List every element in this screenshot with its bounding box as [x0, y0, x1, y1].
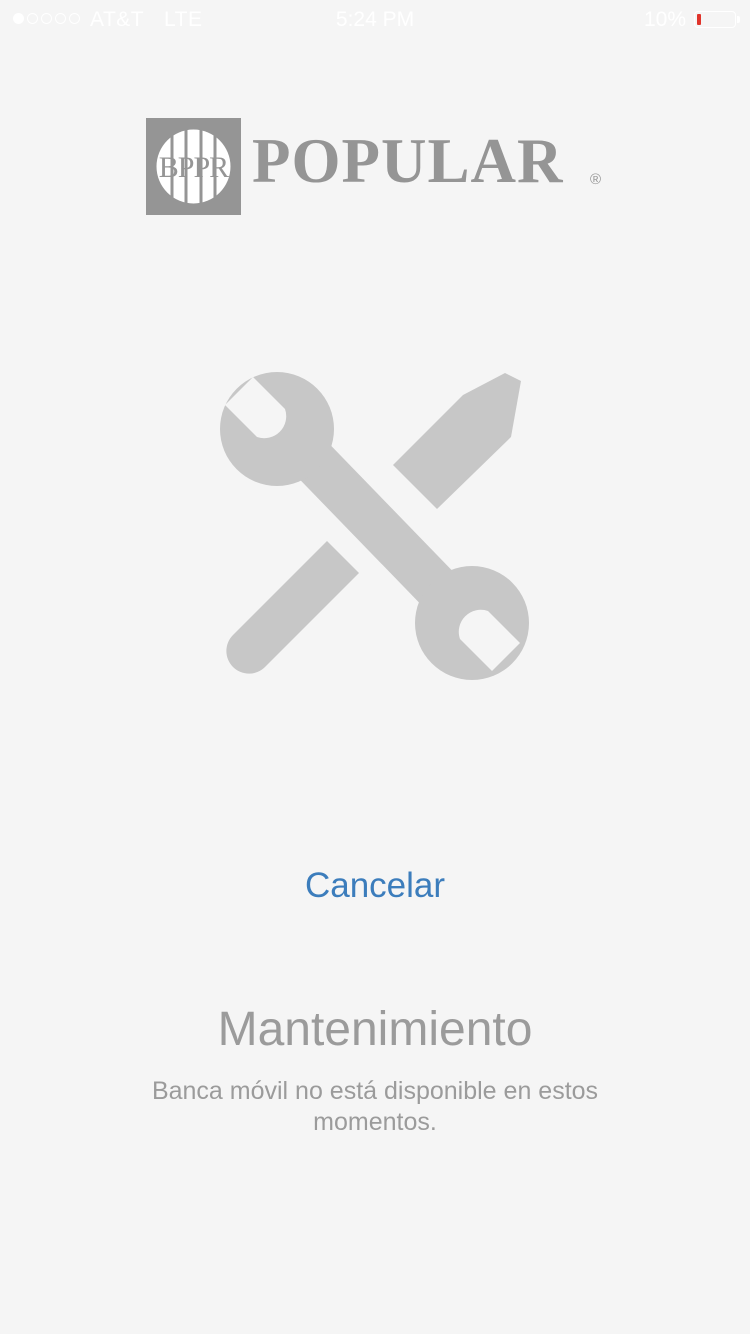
logo-wordmark: POPULAR — [252, 126, 564, 196]
maintenance-message: Banca móvil no está disponible en estos … — [151, 1077, 599, 1136]
wrench-screwdriver-icon — [220, 372, 529, 680]
battery-tip — [737, 16, 740, 23]
status-time: 5:24 PM — [335, 8, 415, 31]
battery-percentage: 10% — [643, 8, 686, 31]
status-bar: AT&T LTE 5:24 PM 10% — [0, 0, 750, 40]
registered-mark: ® — [590, 171, 602, 188]
popular-logo: BPPR POPULAR ® — [146, 118, 616, 216]
screwdriver-handle — [226, 541, 359, 674]
maintenance-title: Mantenimiento — [217, 1003, 533, 1056]
logo-mark-text: BPPR — [159, 151, 229, 184]
battery-level — [697, 14, 701, 25]
battery-icon — [694, 11, 736, 28]
screwdriver-tip — [393, 373, 521, 509]
bppr-logo-mark: BPPR — [146, 118, 241, 215]
cancel-button[interactable]: Cancelar — [0, 866, 750, 906]
